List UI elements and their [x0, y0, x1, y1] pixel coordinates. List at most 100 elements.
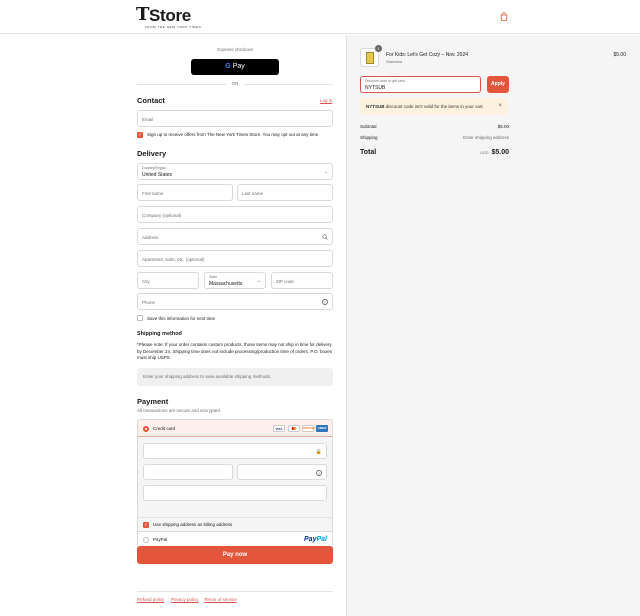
mastercard-icon — [288, 425, 300, 432]
optin-label: Sign up to receive offers from The New Y… — [147, 132, 320, 137]
product-price: $5.00 — [613, 52, 626, 58]
search-icon — [322, 234, 328, 240]
shipping-methods-placeholder: Enter your shipping address to view avai… — [137, 368, 333, 386]
close-icon[interactable]: × — [498, 103, 502, 109]
product-title: For Kids: Let's Get Cozy – Nov. 2024 — [386, 52, 469, 58]
discount-error-banner: NYTSUB discount code isn't valid for the… — [360, 98, 508, 115]
total-amount: USD $5.00 — [480, 149, 509, 156]
product-image — [366, 52, 374, 64]
discover-icon: DISCOVER — [302, 425, 315, 432]
country-label: Country/Region — [142, 166, 167, 170]
order-summary: 1 For Kids: Let's Get Cozy – Nov. 2024 S… — [346, 35, 640, 616]
save-info-label: Save this information for next time — [147, 316, 216, 321]
refund-policy-link[interactable]: Refund policy — [137, 597, 164, 602]
total-value: $5.00 — [491, 149, 509, 156]
email-field[interactable]: Email — [137, 110, 333, 127]
help-icon[interactable]: ? — [322, 299, 328, 305]
discount-error-text: NYTSUB discount code isn't valid for the… — [366, 104, 483, 109]
subtotal-row: Subtotal $5.00 — [360, 124, 509, 129]
phone-placeholder: Phone — [142, 300, 156, 305]
optin-checkbox[interactable]: ✓ — [137, 132, 143, 138]
company-placeholder: Company (optional) — [142, 213, 182, 218]
shipping-note: *Please note: If your order contains cus… — [137, 342, 333, 360]
billing-same-checkbox[interactable]: ✓ — [143, 522, 149, 528]
subtotal-label: Subtotal — [360, 124, 377, 129]
billing-same-label: Use shipping address as billing address — [153, 522, 233, 527]
city-field[interactable]: City — [137, 272, 199, 289]
credit-card-option[interactable]: Credit card VISA DISCOVER AMEX — [138, 420, 332, 437]
subtotal-value: $5.00 — [497, 124, 509, 129]
amex-icon: AMEX — [316, 425, 328, 432]
total-row: Total USD $5.00 — [360, 149, 509, 156]
header: T Store FROM THE NEW YORK TIMES — [0, 0, 640, 34]
total-label: Total — [360, 149, 377, 156]
zip-field[interactable]: ZIP code — [271, 272, 333, 289]
chevron-down-icon: ⌄ — [323, 169, 328, 175]
first-name-placeholder: First name — [142, 191, 164, 196]
paypal-label: PayPal — [153, 537, 168, 542]
security-code-field[interactable]: ? — [237, 464, 327, 480]
delivery-heading: Delivery — [137, 149, 167, 158]
country-select[interactable]: Country/Region United States ⌄ — [137, 163, 333, 180]
login-link[interactable]: Log in — [320, 98, 332, 103]
address-field[interactable]: Address — [137, 228, 333, 245]
shipping-label: Shipping — [360, 135, 378, 140]
pay-now-button[interactable]: Pay now — [137, 546, 333, 564]
gpay-label: Pay — [232, 63, 245, 70]
payment-heading: Payment — [137, 397, 169, 406]
state-select[interactable]: State Massachusetts ⌄ — [204, 272, 266, 289]
chevron-down-icon: ⌄ — [256, 278, 261, 284]
help-icon[interactable]: ? — [316, 470, 322, 476]
discount-label: Discount code or gift card — [365, 79, 405, 83]
google-pay-button[interactable]: G Pay — [191, 59, 279, 75]
first-name-field[interactable]: First name — [137, 184, 233, 201]
terms-of-service-link[interactable]: Terms of service — [204, 597, 237, 602]
card-details-panel: 🔒 ? — [138, 437, 332, 517]
company-field[interactable]: Company (optional) — [137, 206, 333, 223]
apartment-placeholder: Apartment, suite, etc. (optional) — [142, 257, 205, 262]
currency-code: USD — [480, 150, 489, 155]
logo-subtitle: FROM THE NEW YORK TIMES — [145, 25, 202, 29]
apartment-field[interactable]: Apartment, suite, etc. (optional) — [137, 250, 333, 267]
express-checkout-label: Express checkout — [217, 47, 253, 52]
last-name-field[interactable]: Last name — [237, 184, 333, 201]
apply-discount-button[interactable]: Apply — [487, 76, 509, 93]
card-number-field[interactable]: 🔒 — [143, 443, 327, 459]
save-info-checkbox[interactable] — [137, 315, 143, 321]
paypal-option[interactable]: PayPal PayPal — [138, 531, 332, 547]
payment-methods: Credit card VISA DISCOVER AMEX 🔒 ? ✓ Use… — [137, 419, 333, 548]
shipping-row: Shipping Enter shipping address — [360, 135, 509, 140]
shipping-method-heading: Shipping method — [137, 331, 182, 337]
paypal-logo-icon: PayPal — [304, 536, 327, 543]
expiration-field[interactable] — [143, 464, 233, 480]
name-on-card-field[interactable] — [143, 485, 327, 501]
billing-address-option[interactable]: ✓ Use shipping address as billing addres… — [138, 517, 332, 531]
address-placeholder: Address — [142, 235, 159, 240]
country-value: United States — [142, 172, 173, 178]
discount-value: NYTSUB — [365, 85, 386, 91]
footer-divider — [137, 591, 333, 592]
or-label: OR — [226, 81, 244, 86]
lock-icon: 🔒 — [315, 449, 322, 455]
shipping-value: Enter shipping address — [462, 135, 509, 140]
payment-subtext: All transactions are secure and encrypte… — [137, 408, 222, 413]
phone-field[interactable]: Phone ? — [137, 293, 333, 310]
credit-card-label: Credit card — [153, 426, 176, 431]
product-variant: Standard — [386, 59, 403, 64]
shopping-bag-icon[interactable] — [500, 12, 508, 21]
paypal-radio[interactable] — [143, 537, 149, 543]
zip-placeholder: ZIP code — [276, 279, 294, 284]
last-name-placeholder: Last name — [242, 191, 264, 196]
discount-code-input[interactable]: Discount code or gift card NYTSUB — [360, 76, 481, 93]
city-placeholder: City — [142, 279, 150, 284]
quantity-badge: 1 — [375, 45, 382, 52]
email-placeholder: Email — [142, 117, 154, 122]
shipping-placeholder-text: Enter your shipping address to view avai… — [143, 374, 272, 379]
privacy-policy-link[interactable]: Privacy policy — [171, 597, 199, 602]
credit-card-radio[interactable] — [143, 426, 149, 432]
nyt-t-logo: T — [136, 4, 150, 25]
state-value: Massachusetts — [209, 281, 243, 287]
state-label: State — [209, 275, 218, 279]
logo-store-text: Store — [149, 6, 191, 25]
visa-icon: VISA — [273, 425, 285, 432]
